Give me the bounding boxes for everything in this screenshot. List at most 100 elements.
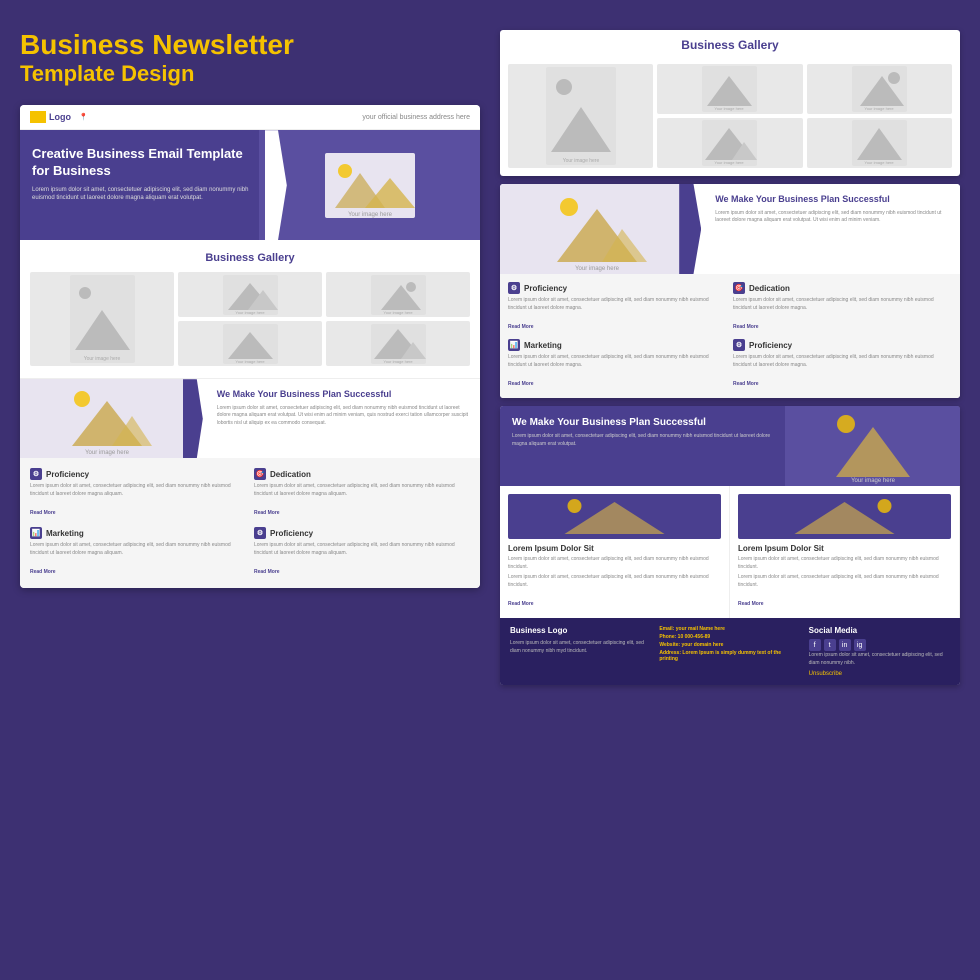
footer-phone-row: Phone: 10 000-456-89 <box>659 634 800 640</box>
card-read-more-2[interactable]: Read More <box>738 601 764 607</box>
right-plan1-card: Your image here We Make Your Business Pl… <box>500 184 960 398</box>
right-services: ⚙ Proficiency Lorem ipsum dolor sit amet… <box>500 274 960 398</box>
rs-read-more-1[interactable]: Read More <box>508 324 534 330</box>
right-gallery-title: Business Gallery <box>500 30 960 60</box>
rs-read-more-2[interactable]: Read More <box>733 324 759 330</box>
bizplan-inner: We Make Your Business Plan Successful Lo… <box>205 389 470 427</box>
card-read-more-1[interactable]: Read More <box>508 601 534 607</box>
rp2-image: Your image here <box>785 406 960 486</box>
bizplan-body: Lorem ipsum dolor sit amet, consectetuer… <box>217 405 470 428</box>
gallery-item-tall: Your image here <box>30 272 174 366</box>
title-area: Business Newsletter Template Design <box>20 30 480 87</box>
svg-text:Your image here: Your image here <box>235 310 265 315</box>
nl-gallery: Business Gallery Your image here <box>20 240 480 378</box>
nl-bizplan: Your image here We Make Your Business Pl… <box>20 378 480 458</box>
rp-body: Lorem ipsum dolor sit amet, consectetuer… <box>715 210 950 225</box>
card-body2-1: Lorem ipsum dolor sit amet, consectetuer… <box>508 574 721 589</box>
service-icon-4: ⚙ <box>254 527 266 539</box>
service-body: Lorem ipsum dolor sit amet, consectetuer… <box>30 483 246 498</box>
card-body1-2: Lorem ipsum dolor sit amet, consectetuer… <box>738 556 951 571</box>
rg-item-1: Your image here <box>657 64 802 114</box>
service-title: ⚙ Proficiency <box>254 527 470 539</box>
phone-value: 10 000-456-89 <box>678 634 711 640</box>
rp-image: Your image here <box>500 184 693 274</box>
read-more-4[interactable]: Read More <box>254 569 280 575</box>
service-body: Lorem ipsum dolor sit amet, consectetuer… <box>254 483 470 498</box>
right-gallery-card: Business Gallery Your image here Your im… <box>500 30 960 176</box>
footer-email-row: Email: your mail Name here <box>659 626 800 632</box>
service-item-proficiency-2: ⚙ Proficiency Lorem ipsum dolor sit amet… <box>254 527 470 578</box>
social-icons: f t in ig <box>809 639 950 651</box>
gallery-grid: Your image here Your image here <box>30 272 470 366</box>
right-gallery-grid: Your image here Your image here <box>500 60 960 176</box>
footer-website-row: Website: your domain here <box>659 642 800 648</box>
read-more-1[interactable]: Read More <box>30 510 56 516</box>
rp2-text: We Make Your Business Plan Successful Lo… <box>500 406 785 486</box>
rs-service-body: Lorem ipsum dolor sit amet, consectetuer… <box>508 297 727 312</box>
left-newsletter-card: Logo 📍 your official business address he… <box>20 105 480 588</box>
phone-label: Phone: <box>659 634 676 640</box>
rs-service-title: ⚙ Proficiency <box>508 282 727 294</box>
hero-body: Lorem ipsum dolor sit amet, consectetuer… <box>32 186 261 203</box>
rp-heading: We Make Your Business Plan Successful <box>715 194 950 206</box>
svg-text:Your image here: Your image here <box>85 450 129 456</box>
card-title-1: Lorem Ipsum Dolor Sit <box>508 544 721 553</box>
rs-service-2: 🎯 Dedication Lorem ipsum dolor sit amet,… <box>733 282 952 333</box>
card-image-2 <box>738 494 951 539</box>
svg-text:Your image here: Your image here <box>562 158 599 164</box>
service-body: Lorem ipsum dolor sit amet, consectetuer… <box>30 542 246 557</box>
card-item-1: Lorem Ipsum Dolor Sit Lorem ipsum dolor … <box>500 486 730 618</box>
svg-text:Your image here: Your image here <box>348 212 392 218</box>
card-image-1 <box>508 494 721 539</box>
logo-text: Logo <box>49 112 71 122</box>
instagram-icon[interactable]: ig <box>854 639 866 651</box>
bizplan-heading: We Make Your Business Plan Successful <box>217 389 470 401</box>
gallery-item-3: Your image here <box>178 321 322 366</box>
rs-read-more-4[interactable]: Read More <box>733 381 759 387</box>
email-value: your mail Name here <box>676 626 725 632</box>
nl-hero: Creative Business Email Template for Bus… <box>20 130 480 240</box>
read-more-2[interactable]: Read More <box>254 510 280 516</box>
hero-image: Your image here <box>259 130 480 240</box>
footer-contact: Email: your mail Name here Phone: 10 000… <box>659 626 800 677</box>
svg-text:Your image here: Your image here <box>235 359 265 364</box>
rp-section: Your image here We Make Your Business Pl… <box>500 184 960 274</box>
unsubscribe-link[interactable]: Unsubscribe <box>809 671 950 677</box>
rs-read-more-3[interactable]: Read More <box>508 381 534 387</box>
svg-text:Your image here: Your image here <box>575 266 619 272</box>
rg-item-tall: Your image here <box>508 64 653 168</box>
logo-box-icon <box>30 111 46 123</box>
service-title: ⚙ Proficiency <box>30 468 246 480</box>
svg-text:Your image here: Your image here <box>864 160 894 165</box>
service-icon-3: 📊 <box>30 527 42 539</box>
read-more-3[interactable]: Read More <box>30 569 56 575</box>
website-label: Website: <box>659 642 680 648</box>
email-label: Email: <box>659 626 674 632</box>
service-title: 📊 Marketing <box>30 527 246 539</box>
svg-text:Your image here: Your image here <box>83 356 120 362</box>
newsletter-title-line2: Template Design <box>20 61 480 87</box>
right-column: Business Gallery Your image here Your im… <box>500 30 960 685</box>
svg-text:Your image here: Your image here <box>864 106 894 111</box>
twitter-icon[interactable]: t <box>824 639 836 651</box>
location-icon: 📍 <box>79 113 88 121</box>
rs-service-title: 📊 Marketing <box>508 339 727 351</box>
footer-business-title: Business Logo <box>510 626 651 635</box>
rs-service-body: Lorem ipsum dolor sit amet, consectetuer… <box>733 297 952 312</box>
facebook-icon[interactable]: f <box>809 639 821 651</box>
card-body2-2: Lorem ipsum dolor sit amet, consectetuer… <box>738 574 951 589</box>
card-body1-1: Lorem ipsum dolor sit amet, consectetuer… <box>508 556 721 571</box>
bizplan-text: We Make Your Business Plan Successful Lo… <box>195 379 480 458</box>
linkedin-icon[interactable]: in <box>839 639 851 651</box>
service-item-dedication: 🎯 Dedication Lorem ipsum dolor sit amet,… <box>254 468 470 519</box>
hero-text: Creative Business Email Template for Bus… <box>20 130 273 240</box>
rs-icon-2: 🎯 <box>733 282 745 294</box>
rs-service-1: ⚙ Proficiency Lorem ipsum dolor sit amet… <box>508 282 727 333</box>
service-body: Lorem ipsum dolor sit amet, consectetuer… <box>254 542 470 557</box>
rs-service-title: 🎯 Dedication <box>733 282 952 294</box>
rg-item-3: Your image here <box>657 118 802 168</box>
nl-logo: Logo <box>30 111 71 123</box>
rs-icon-4: ⚙ <box>733 339 745 351</box>
gallery-item-2: Your image here <box>326 272 470 317</box>
svg-text:Your image here: Your image here <box>715 106 745 111</box>
